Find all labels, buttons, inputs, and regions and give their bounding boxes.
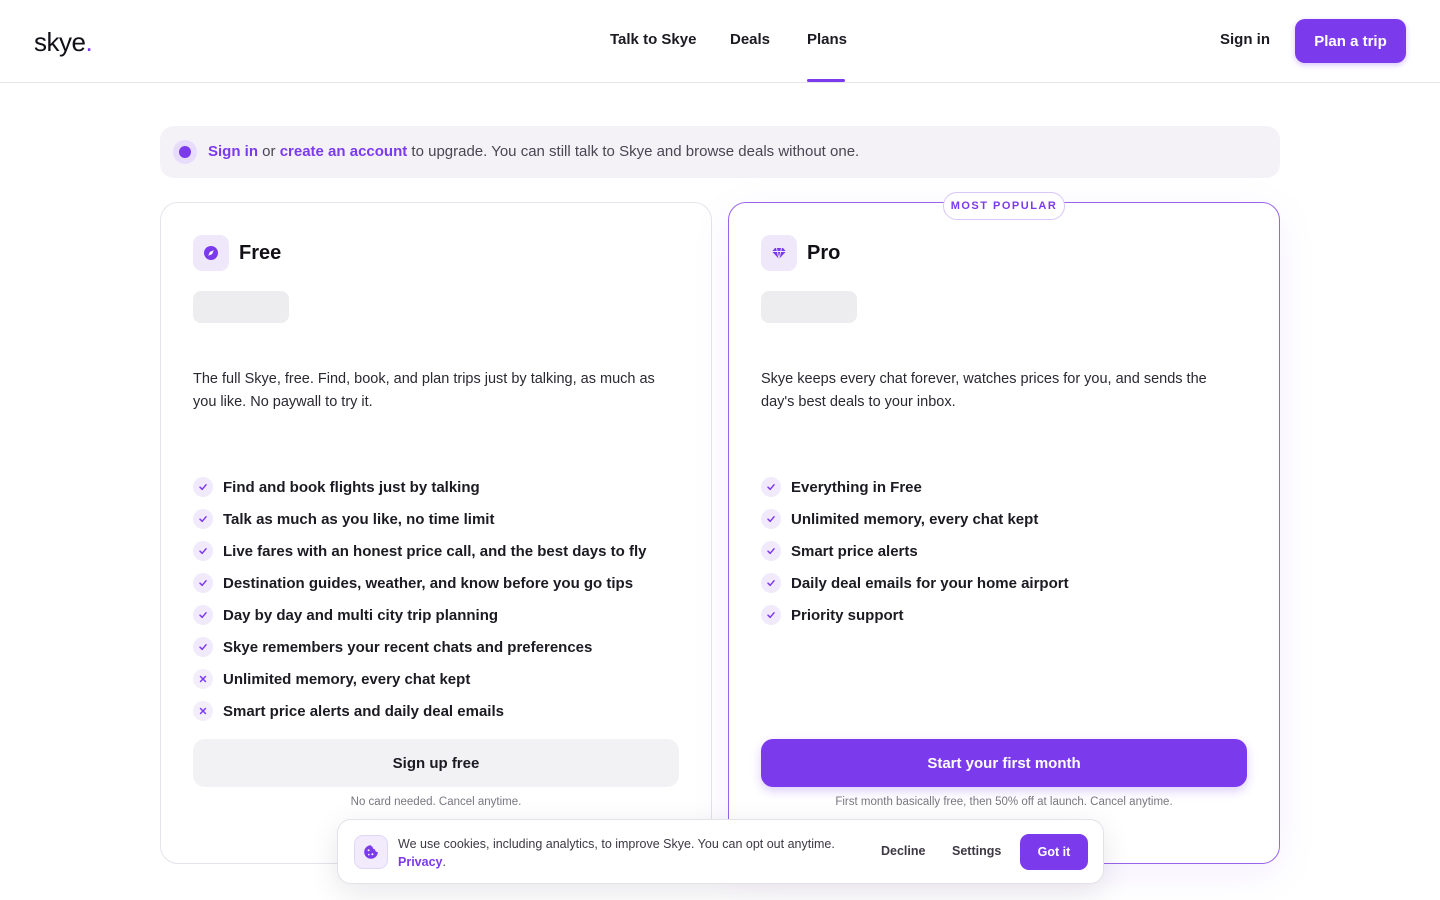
feature-item: Daily deal emails for your home airport — [761, 567, 1069, 599]
checkmark-icon — [193, 541, 213, 561]
plan-description-free: The full Skye, free. Find, book, and pla… — [193, 371, 655, 410]
start-first-month-button[interactable]: Start your first month — [761, 739, 1247, 787]
feature-label: Everything in Free — [791, 478, 922, 496]
checkmark-icon — [761, 477, 781, 497]
cookie-accept-button[interactable]: Got it — [1020, 834, 1088, 870]
feature-item: Destination guides, weather, and know be… — [193, 567, 646, 599]
cookie-settings-button[interactable]: Settings — [952, 844, 1001, 858]
nav-plans[interactable]: Plans — [807, 31, 847, 48]
fineprint-pro: First month basically free, then 50% off… — [835, 796, 1173, 808]
feature-label: Live fares with an honest price call, an… — [223, 542, 647, 560]
feature-label: Skye remembers your recent chats and pre… — [223, 638, 593, 656]
feature-label: Talk as much as you like, no time limit — [223, 510, 495, 528]
checkmark-icon — [193, 637, 213, 657]
cookie-consent-bar: We use cookies, including analytics, to … — [337, 819, 1104, 884]
feature-item: Unlimited memory, every chat kept — [761, 503, 1069, 535]
checkmark-icon — [761, 605, 781, 625]
feature-label: Day by day and multi city trip planning — [223, 606, 499, 624]
feature-label: Unlimited memory, every chat kept — [223, 670, 471, 688]
banner-sign-in-link[interactable]: Sign in — [208, 143, 258, 160]
site-header: skye. Talk to Skye Deals Plans Sign in P… — [0, 0, 1440, 83]
feature-label: Priority support — [791, 606, 904, 624]
gem-icon — [761, 235, 797, 271]
cookie-decline-button[interactable]: Decline — [881, 844, 925, 858]
feature-list-pro: Everything in Free Unlimited memory, ever… — [761, 471, 1069, 631]
feature-item: Skye remembers your recent chats and pre… — [193, 631, 646, 663]
plan-name-pro: Pro — [807, 242, 841, 264]
feature-label: Find and book flights just by talking — [223, 478, 480, 496]
feature-item: Find and book flights just by talking — [193, 471, 646, 503]
feature-label: Daily deal emails for your home airport — [791, 574, 1069, 592]
feature-item: Talk as much as you like, no time limit — [193, 503, 646, 535]
most-popular-badge: MOST POPULAR — [943, 192, 1065, 220]
checkmark-icon — [193, 509, 213, 529]
checkmark-icon — [193, 573, 213, 593]
upgrade-notice-text: Sign in or create an account to upgrade.… — [208, 143, 860, 160]
cross-icon — [193, 669, 213, 689]
compass-icon — [193, 235, 229, 271]
sign-in-link[interactable]: Sign in — [1220, 31, 1270, 48]
plan-a-trip-button[interactable]: Plan a trip — [1295, 19, 1406, 63]
checkmark-icon — [761, 509, 781, 529]
cookie-icon — [354, 835, 388, 869]
feature-item: Smart price alerts — [761, 535, 1069, 567]
upgrade-notice: Sign in or create an account to upgrade.… — [160, 126, 1280, 178]
feature-item: Smart price alerts and daily deal emails — [193, 695, 646, 727]
privacy-link[interactable]: Privacy — [398, 855, 442, 869]
nav-deals[interactable]: Deals — [730, 31, 770, 48]
feature-label: Unlimited memory, every chat kept — [791, 510, 1039, 528]
checkmark-icon — [761, 573, 781, 593]
plan-card-pro: MOST POPULAR Pro Skye keeps every chat f… — [728, 192, 1280, 864]
checkmark-icon — [193, 477, 213, 497]
active-nav-indicator — [807, 79, 845, 82]
feature-label: Smart price alerts — [791, 542, 918, 560]
feature-item: Live fares with an honest price call, an… — [193, 535, 646, 567]
feature-item: Priority support — [761, 599, 1069, 631]
price-placeholder-free — [193, 291, 289, 323]
feature-label: Smart price alerts and daily deal emails — [223, 702, 504, 720]
checkmark-icon — [761, 541, 781, 561]
plan-description-pro: Skye keeps every chat forever, watches p… — [761, 371, 1207, 410]
dot-icon — [173, 140, 197, 164]
price-placeholder-pro — [761, 291, 857, 323]
feature-item: Unlimited memory, every chat kept — [193, 663, 646, 695]
cookie-message: We use cookies, including analytics, to … — [398, 837, 835, 869]
feature-list-free: Find and book flights just by talking Tal… — [193, 471, 646, 727]
plan-name-free: Free — [239, 242, 282, 264]
skye-logo[interactable]: skye. — [34, 27, 93, 58]
fineprint-free: No card needed. Cancel anytime. — [350, 796, 522, 808]
feature-item: Everything in Free — [761, 471, 1069, 503]
sign-up-free-button[interactable]: Sign up free — [193, 739, 679, 787]
feature-item: Day by day and multi city trip planning — [193, 599, 646, 631]
feature-label: Destination guides, weather, and know be… — [223, 574, 634, 592]
banner-create-account-link[interactable]: create an account — [280, 143, 408, 160]
plan-card-free: Free The full Skye, free. Find, book, an… — [160, 202, 712, 864]
checkmark-icon — [193, 605, 213, 625]
cross-icon — [193, 701, 213, 721]
nav-talk-to-skye[interactable]: Talk to Skye — [610, 31, 696, 48]
